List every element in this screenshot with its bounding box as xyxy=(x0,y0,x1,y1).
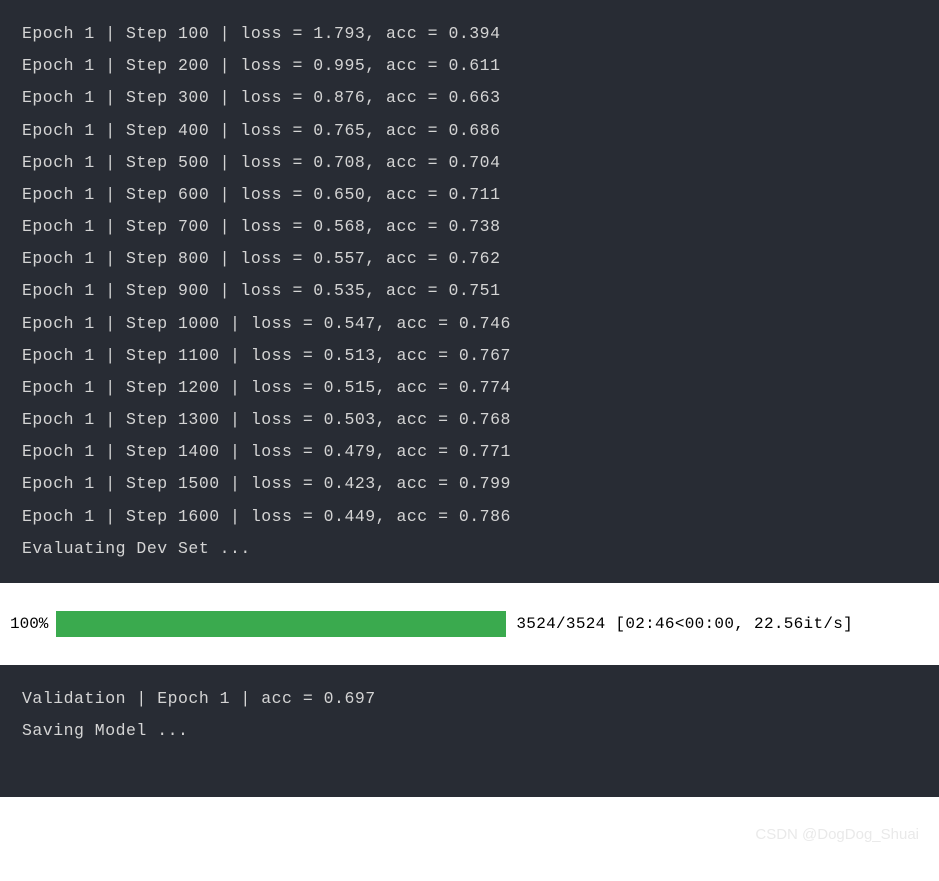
validation-log-block: Validation | Epoch 1 | acc = 0.697 Savin… xyxy=(0,665,939,797)
log-line: Epoch 1 | Step 1500 | loss = 0.423, acc … xyxy=(22,468,917,500)
log-line: Epoch 1 | Step 1400 | loss = 0.479, acc … xyxy=(22,436,917,468)
log-line: Epoch 1 | Step 400 | loss = 0.765, acc =… xyxy=(22,115,917,147)
log-line: Validation | Epoch 1 | acc = 0.697 xyxy=(22,683,917,715)
progress-bar-fill xyxy=(56,611,506,637)
training-log-block: Epoch 1 | Step 100 | loss = 1.793, acc =… xyxy=(0,0,939,583)
progress-percent: 100% xyxy=(10,615,48,633)
log-line: Epoch 1 | Step 800 | loss = 0.557, acc =… xyxy=(22,243,917,275)
log-line: Epoch 1 | Step 1200 | loss = 0.515, acc … xyxy=(22,372,917,404)
progress-stats: 3524/3524 [02:46<00:00, 22.56it/s] xyxy=(516,615,853,633)
progress-bar-section: 100% 3524/3524 [02:46<00:00, 22.56it/s] xyxy=(0,583,939,665)
log-line: Epoch 1 | Step 1600 | loss = 0.449, acc … xyxy=(22,501,917,533)
log-line: Epoch 1 | Step 300 | loss = 0.876, acc =… xyxy=(22,82,917,114)
watermark-text: CSDN @DogDog_Shuai xyxy=(755,826,919,843)
log-line: Epoch 1 | Step 900 | loss = 0.535, acc =… xyxy=(22,275,917,307)
log-line: Epoch 1 | Step 1300 | loss = 0.503, acc … xyxy=(22,404,917,436)
log-line: Epoch 1 | Step 1100 | loss = 0.513, acc … xyxy=(22,340,917,372)
output-container: Epoch 1 | Step 100 | loss = 1.793, acc =… xyxy=(0,0,939,881)
log-line: Epoch 1 | Step 1000 | loss = 0.547, acc … xyxy=(22,308,917,340)
log-line: Epoch 1 | Step 700 | loss = 0.568, acc =… xyxy=(22,211,917,243)
log-line: Epoch 1 | Step 500 | loss = 0.708, acc =… xyxy=(22,147,917,179)
log-line: Saving Model ... xyxy=(22,715,917,747)
log-line: Epoch 1 | Step 200 | loss = 0.995, acc =… xyxy=(22,50,917,82)
log-line: Epoch 1 | Step 100 | loss = 1.793, acc =… xyxy=(22,18,917,50)
log-line: Evaluating Dev Set ... xyxy=(22,533,917,565)
log-line: Epoch 1 | Step 600 | loss = 0.650, acc =… xyxy=(22,179,917,211)
